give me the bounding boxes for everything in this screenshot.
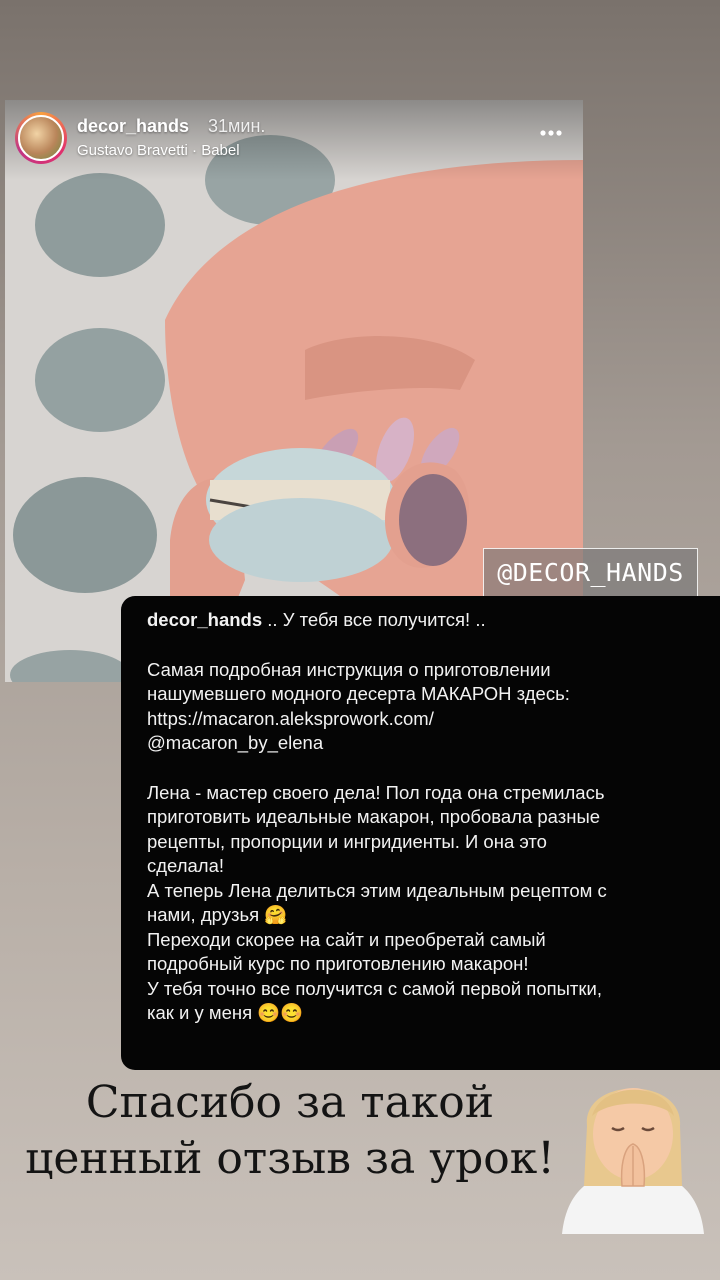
caption-intro: decor_hands .. У тебя все получится! ..: [147, 608, 706, 633]
story-music-label[interactable]: Gustavo Bravetti · Babel: [77, 142, 240, 159]
caption-intro-text: .. У тебя все получится! ..: [262, 609, 486, 630]
praying-memoji-sticker: [562, 1088, 704, 1234]
caption-username[interactable]: decor_hands: [147, 609, 262, 630]
avatar-image: [18, 115, 64, 161]
more-button[interactable]: [537, 122, 565, 150]
more-horizontal-icon: [540, 130, 562, 136]
story-username[interactable]: decor_hands: [77, 116, 189, 137]
caption-paragraph-review: Лена - мастер своего дела! Пол года она …: [147, 781, 607, 1024]
story-time: 31мин.: [208, 116, 266, 136]
caption-paragraph-link[interactable]: Самая подробная инструкция о приготовлен…: [147, 658, 706, 756]
profile-avatar[interactable]: [15, 112, 67, 164]
thanks-overlay-text: Спасибо за такой ценный отзыв за урок!: [25, 1077, 555, 1184]
story-header: [5, 100, 583, 180]
watermark-label: @DECOR_HANDS: [483, 548, 698, 598]
caption-panel: decor_hands .. У тебя все получится! .. …: [121, 596, 720, 1070]
